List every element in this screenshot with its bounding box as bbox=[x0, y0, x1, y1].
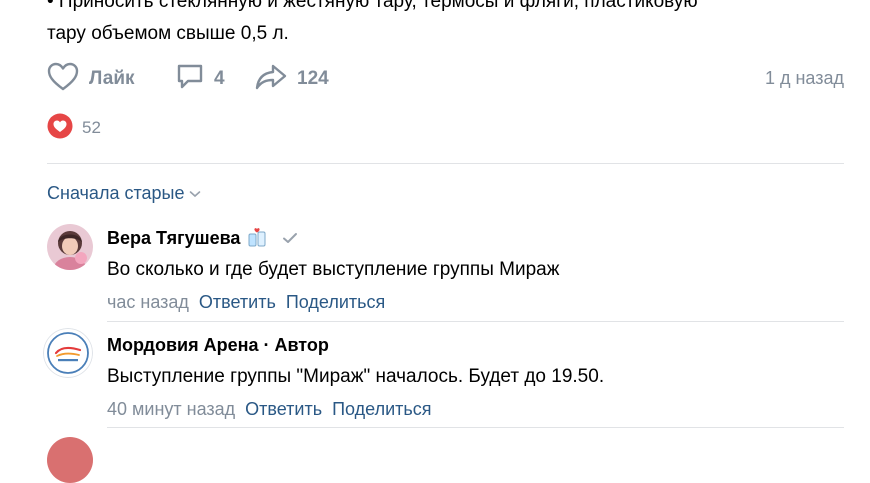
divider bbox=[47, 163, 844, 164]
comment-text: Во сколько и где будет выступление групп… bbox=[107, 259, 560, 280]
post-text-line-1: • Приносить стеклянную и жестяную тару, … bbox=[47, 0, 698, 12]
sticker-emoji-icon bbox=[246, 227, 268, 249]
comments-button[interactable]: 4 bbox=[175, 62, 225, 96]
comment-author[interactable]: Мордовия Арена · Автор bbox=[107, 335, 329, 356]
share-arrow-icon bbox=[255, 62, 287, 97]
share-button[interactable]: 124 bbox=[255, 62, 329, 96]
comment-body: Мордовия Арена · Автор Выступление групп… bbox=[107, 331, 837, 423]
post-actions-bar: Лайк 4 124 1 д назад bbox=[47, 62, 844, 96]
comment-meta: час назад Ответить Поделиться bbox=[107, 288, 837, 316]
comment-icon bbox=[175, 62, 205, 97]
reply-button[interactable]: Ответить bbox=[245, 399, 322, 419]
heart-outline-icon bbox=[47, 62, 79, 97]
comment-author[interactable]: Вера Тягушева bbox=[107, 228, 240, 249]
reactions-summary[interactable]: 52 bbox=[47, 113, 101, 144]
comment-text: Выступление группы "Мираж" началось. Буд… bbox=[107, 366, 605, 387]
chevron-down-icon bbox=[189, 190, 201, 198]
comment-body: Вера Тягушева Во сколько и где будет выс… bbox=[107, 224, 837, 316]
sort-label: Сначала старые bbox=[47, 183, 185, 203]
avatar[interactable] bbox=[47, 224, 93, 270]
divider bbox=[107, 427, 844, 428]
heart-filled-icon bbox=[47, 113, 73, 144]
reply-button[interactable]: Ответить bbox=[199, 292, 276, 312]
like-button[interactable]: Лайк bbox=[47, 62, 135, 96]
share-comment-button[interactable]: Поделиться bbox=[286, 292, 385, 312]
comment-meta: 40 минут назад Ответить Поделиться bbox=[107, 395, 837, 423]
comments-sort-dropdown[interactable]: Сначала старые bbox=[47, 183, 201, 204]
divider bbox=[107, 321, 844, 322]
verified-check-icon bbox=[282, 231, 298, 245]
avatar[interactable] bbox=[47, 437, 93, 483]
comment-time[interactable]: час назад bbox=[107, 292, 189, 312]
avatar[interactable] bbox=[43, 328, 93, 378]
like-label: Лайк bbox=[89, 68, 135, 89]
comments-count: 4 bbox=[214, 68, 225, 89]
share-comment-button[interactable]: Поделиться bbox=[332, 399, 431, 419]
post-time[interactable]: 1 д назад bbox=[765, 68, 844, 89]
reactions-count: 52 bbox=[82, 118, 101, 137]
shares-count: 124 bbox=[297, 68, 329, 89]
post-text-line-2: тару объемом свыше 0,5 л. bbox=[47, 23, 289, 44]
comment-time[interactable]: 40 минут назад bbox=[107, 399, 235, 419]
post-text: • Приносить стеклянную и жестяную тару, … bbox=[47, 0, 837, 50]
